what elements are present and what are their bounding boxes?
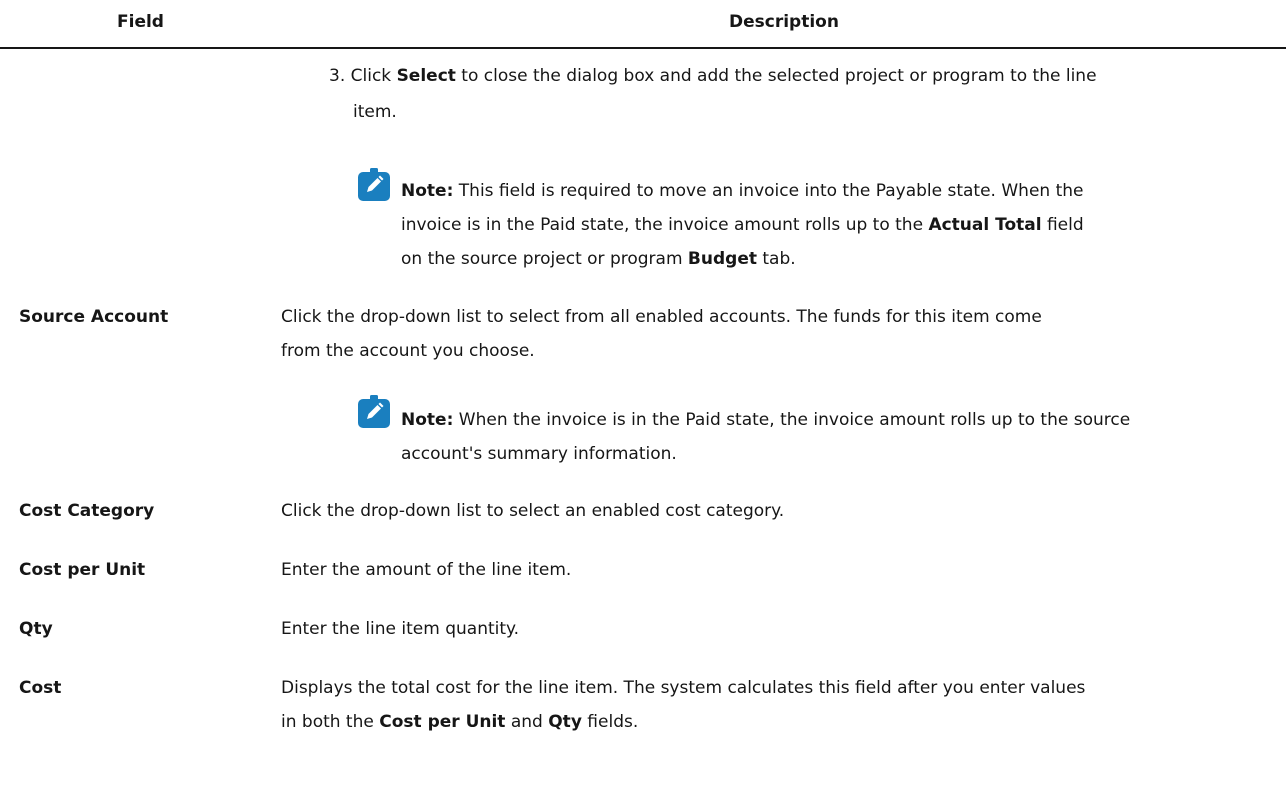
note-label: Note: [401, 181, 454, 201]
step-3-line-1: 3. Click Select to close the dialog box … [329, 66, 1097, 86]
field-cost-per-unit: Cost per Unit [19, 560, 146, 580]
step-number: 3. [329, 66, 346, 86]
source-account-desc-line-1: Click the drop-down list to select from … [281, 307, 1042, 327]
select-term: Select [396, 66, 456, 86]
field-cost-category: Cost Category [19, 501, 155, 521]
step-3-line-2: item. [353, 102, 397, 122]
note-1-line-1: Note: This field is required to move an … [401, 181, 1084, 201]
pencil-note-icon [357, 395, 391, 429]
cost-desc-line-2: in both the Cost per Unit and Qty fields… [281, 712, 639, 732]
source-account-desc-line-2: from the account you choose. [281, 341, 535, 361]
cost-per-unit-desc: Enter the amount of the line item. [281, 560, 572, 580]
note-label: Note: [401, 410, 454, 430]
pencil-note-icon [357, 168, 391, 202]
header-divider [0, 47, 1286, 49]
cost-desc-line-1: Displays the total cost for the line ite… [281, 678, 1086, 698]
field-source-account: Source Account [19, 307, 169, 327]
field-qty: Qty [19, 619, 53, 639]
cost-category-desc: Click the drop-down list to select an en… [281, 501, 785, 521]
note-2-line-2: account's summary information. [401, 444, 677, 464]
qty-desc: Enter the line item quantity. [281, 619, 520, 639]
field-cost: Cost [19, 678, 62, 698]
note-1-line-2: invoice is in the Paid state, the invoic… [401, 215, 1084, 235]
column-header-description: Description [729, 12, 839, 32]
note-2-line-1: Note: When the invoice is in the Paid st… [401, 410, 1131, 430]
column-header-field: Field [117, 12, 164, 32]
note-1-line-3: on the source project or program Budget … [401, 249, 796, 269]
